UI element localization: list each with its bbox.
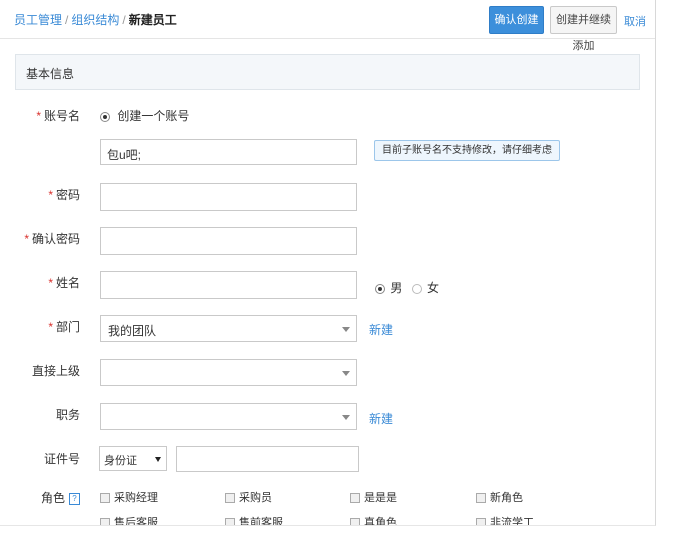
- role-checkbox[interactable]: 采购员: [225, 489, 272, 505]
- position-label-text: 职务: [55, 408, 80, 422]
- name-label-text: 姓名: [55, 276, 80, 290]
- confirm-password-label: * 确认密码: [10, 230, 80, 247]
- breadcrumb-separator: /: [122, 13, 126, 27]
- page-title: 新建员工: [128, 13, 177, 27]
- id-number-input[interactable]: [176, 446, 359, 472]
- password-label: * 密码: [10, 186, 80, 203]
- department-label-text: 部门: [55, 320, 80, 334]
- checkbox-icon[interactable]: [100, 493, 110, 504]
- account-label: * 账号名: [10, 107, 80, 124]
- password-label-text: 密码: [55, 188, 80, 202]
- role-checkbox[interactable]: 是是是: [350, 489, 397, 505]
- checkbox-icon[interactable]: [476, 518, 486, 525]
- superior-label-text: 直接上级: [31, 364, 80, 378]
- top-bar: 员工管理 / 组织结构 / 新建员工 确认创建 创建并继续添加 取消: [0, 0, 655, 52]
- create-and-continue-button[interactable]: 创建并继续添加: [550, 6, 617, 52]
- checkbox-icon[interactable]: [350, 493, 360, 504]
- radio-icon[interactable]: [100, 111, 110, 122]
- position-select[interactable]: [100, 403, 357, 430]
- chevron-down-icon: [342, 371, 350, 376]
- gender-female-radio[interactable]: [411, 283, 422, 294]
- department-select[interactable]: 我的团队: [100, 315, 357, 342]
- required-mark: *: [36, 109, 41, 123]
- role-checkbox[interactable]: 采购经理: [100, 489, 158, 505]
- gender-female-label: 女: [427, 281, 440, 295]
- role-label: 采购员: [239, 492, 272, 504]
- confirm-password-input[interactable]: [100, 227, 357, 255]
- role-label: 真角色: [364, 517, 397, 526]
- checkbox-icon[interactable]: [225, 518, 235, 525]
- breadcrumb-separator: /: [65, 13, 69, 27]
- breadcrumb: 员工管理 / 组织结构 / 新建员工: [14, 11, 177, 28]
- id-number-label: 证件号: [10, 450, 80, 467]
- new-department-link[interactable]: 新建: [369, 321, 393, 338]
- account-label-text: 账号名: [43, 109, 80, 123]
- checkbox-icon[interactable]: [476, 493, 486, 504]
- chevron-down-icon: [342, 415, 350, 420]
- gender-male-label: 男: [390, 281, 403, 295]
- department-label: * 部门: [10, 318, 80, 335]
- section-title: 基本信息: [26, 67, 75, 81]
- gender-group: 男 女: [375, 279, 439, 296]
- role-checkbox[interactable]: 新角色: [476, 489, 523, 505]
- password-input[interactable]: [100, 183, 357, 211]
- role-checkbox[interactable]: 非流学工: [476, 514, 534, 526]
- role-label: 售前客服: [239, 517, 283, 526]
- checkbox-icon[interactable]: [100, 518, 110, 525]
- roles-label: 角色?: [10, 489, 80, 506]
- id-number-label-text: 证件号: [43, 452, 80, 466]
- new-position-link[interactable]: 新建: [369, 410, 393, 427]
- gender-male-radio[interactable]: [375, 283, 385, 294]
- chevron-down-icon: [342, 327, 350, 332]
- create-account-option[interactable]: 创建一个账号: [100, 107, 189, 124]
- id-type-value: 身份证: [104, 455, 137, 467]
- account-name-value: 包u吧;: [107, 148, 142, 162]
- superior-select[interactable]: [100, 359, 357, 386]
- breadcrumb-employee-management[interactable]: 员工管理: [14, 13, 62, 27]
- create-account-label: 创建一个账号: [117, 109, 190, 123]
- roles-label-text: 角色: [40, 491, 65, 505]
- caret-down-icon: [155, 457, 161, 462]
- section-header: 基本信息: [15, 54, 640, 90]
- role-label: 采购经理: [114, 492, 158, 504]
- role-checkbox[interactable]: 售前客服: [225, 514, 283, 526]
- name-input[interactable]: [100, 271, 357, 299]
- help-icon[interactable]: ?: [69, 492, 80, 505]
- role-checkbox[interactable]: 售后客服: [100, 514, 158, 526]
- role-label: 非流学工: [490, 517, 534, 526]
- account-name-input[interactable]: 包u吧;: [100, 139, 357, 165]
- department-value: 我的团队: [108, 324, 157, 338]
- position-label: 职务: [10, 406, 80, 423]
- required-mark: *: [48, 188, 53, 202]
- name-label: * 姓名: [10, 274, 80, 291]
- role-checkbox[interactable]: 真角色: [350, 514, 397, 526]
- checkbox-icon[interactable]: [225, 493, 235, 504]
- cancel-link[interactable]: 取消: [624, 13, 646, 29]
- account-tip: 目前子账号名不支持修改，请仔细考虑: [374, 140, 560, 161]
- required-mark: *: [48, 320, 53, 334]
- id-type-select[interactable]: 身份证: [99, 446, 167, 471]
- confirm-password-label-text: 确认密码: [31, 232, 80, 246]
- required-mark: *: [24, 232, 29, 246]
- role-label: 售后客服: [114, 517, 158, 526]
- main-panel: 员工管理 / 组织结构 / 新建员工 确认创建 创建并继续添加 取消 基本信息 * 账号名…: [0, 0, 656, 526]
- superior-label: 直接上级: [10, 362, 80, 379]
- checkbox-icon[interactable]: [350, 518, 360, 525]
- role-label: 新角色: [490, 492, 523, 504]
- role-label: 是是是: [364, 492, 397, 504]
- required-mark: *: [48, 276, 53, 290]
- confirm-create-button[interactable]: 确认创建: [489, 6, 544, 34]
- breadcrumb-org-structure[interactable]: 组织结构: [71, 13, 119, 27]
